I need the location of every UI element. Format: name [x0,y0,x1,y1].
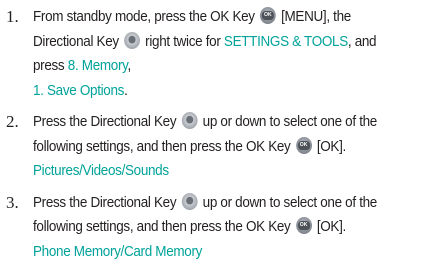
step-2: 2. Press the Directional Key up or down … [6,110,422,184]
text-segment: . [124,82,128,99]
ok-key-icon: OK [295,136,312,154]
step-number: 2. [6,112,19,131]
text-segment: Press the Directional Key [33,194,180,211]
instruction-steps: 1. From standby mode, press the OK Key O… [6,5,422,271]
text-segment: Press the Directional Key [33,114,180,130]
text-segment: [OK]. [313,219,346,235]
step-1: 1. From standby mode, press the OK Key O… [6,5,422,103]
option-name: 1. Save Options [33,82,125,99]
directional-key-icon [181,112,198,129]
step-number: 3. [6,192,19,212]
step-text: Press the Directional Key up or down to … [33,110,395,184]
ok-key-label: OK [261,11,274,20]
ok-key-icon: OK [259,7,276,24]
directional-key-icon [181,192,198,210]
step-number: 1. [6,7,19,26]
menu-name: SETTINGS & TOOLS [223,33,348,50]
text-segment: From standby mode, press the OK Key [33,9,259,25]
ok-key-label: OK [297,140,310,150]
step-text: Press the Directional Key up or down to … [33,191,395,265]
ok-key-icon: OK [295,217,312,234]
submenu-name: 8. Memory [67,58,128,74]
text-segment: right twice for [141,33,224,50]
setting-choices: Pictures/Videos/Sounds [33,163,169,179]
setting-choices: Phone Memory/Card Memory [33,243,203,260]
step-text: From standby mode, press the OK Key OK [… [33,5,395,103]
directional-key-icon [124,31,140,49]
text-segment: , [127,58,132,74]
text-segment: [OK]. [313,138,346,155]
step-3: 3. Press the Directional Key up or down … [6,191,422,265]
ok-key-label: OK [297,221,310,230]
